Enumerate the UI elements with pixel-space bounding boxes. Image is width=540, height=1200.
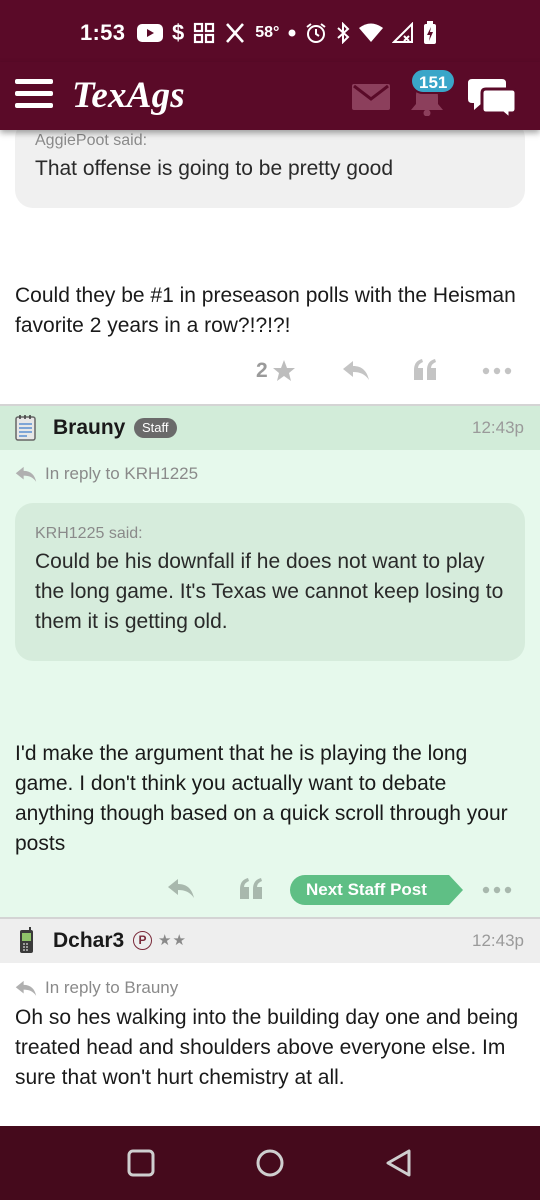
app-header: TexAgs 151 <box>0 62 540 130</box>
username[interactable]: Brauny <box>53 416 125 440</box>
back-icon[interactable] <box>384 1148 414 1178</box>
reply-icon <box>343 361 369 380</box>
username[interactable]: Dchar3 <box>53 929 124 953</box>
quote-button[interactable] <box>238 877 264 901</box>
staff-post: Brauny Staff 12:43p In reply to KRH1225 … <box>0 406 540 917</box>
user-stars: ★★ <box>158 932 187 949</box>
like-count: 2 <box>256 359 268 382</box>
alarm-icon <box>305 22 327 44</box>
post-header: Brauny Staff 12:43p <box>0 406 540 450</box>
chat-icon[interactable] <box>468 75 518 119</box>
signal-icon <box>392 22 414 44</box>
recents-icon[interactable] <box>126 1148 156 1178</box>
post-body: Oh so hes walking into the building day … <box>15 1006 519 1089</box>
notification-count-badge[interactable]: 151 <box>410 68 457 94</box>
status-bar: 1:53 $ 58° <box>0 0 540 62</box>
more-icon <box>482 367 512 375</box>
thread-content[interactable]: AggiePoot said: That offense is going to… <box>0 130 540 1126</box>
quote-attribution: AggiePoot said: <box>35 132 148 149</box>
quote-icon <box>240 878 262 899</box>
site-logo[interactable]: TexAgs <box>72 74 185 117</box>
reply-button[interactable] <box>342 359 370 381</box>
grid-icon <box>193 22 215 44</box>
status-time: 1:53 <box>80 20 126 45</box>
menu-icon[interactable] <box>15 79 53 109</box>
next-staff-post-button[interactable]: Next Staff Post <box>290 875 463 905</box>
dollar-icon: $ <box>172 20 185 45</box>
reply-to-link[interactable]: In reply to Brauny <box>15 978 178 998</box>
post-quote: KRH1225 said: Could be his downfall if h… <box>15 503 525 661</box>
post-body: I'd make the argument that he is playing… <box>15 742 508 855</box>
reply-icon <box>15 466 37 482</box>
youtube-icon <box>137 22 163 44</box>
quote-button[interactable] <box>412 358 438 382</box>
battery-icon <box>423 21 437 44</box>
like-button[interactable]: 2 <box>256 351 296 391</box>
post-time[interactable]: 12:43p <box>472 418 524 438</box>
post-quote: AggiePoot said: That offense is going to… <box>15 130 525 208</box>
phone-avatar-icon[interactable] <box>14 927 38 955</box>
temperature-text: 58° <box>255 24 280 41</box>
notepad-avatar-icon[interactable] <box>14 414 38 442</box>
status-icons: $ 58° <box>137 20 437 45</box>
star-icon <box>272 360 295 381</box>
premium-badge: P <box>133 931 152 950</box>
bluetooth-icon <box>336 22 350 44</box>
system-nav-bar <box>0 1126 540 1200</box>
reply-button[interactable] <box>167 877 195 899</box>
staff-badge: Staff <box>134 418 177 438</box>
more-icon <box>482 886 512 894</box>
mail-icon[interactable] <box>352 84 390 110</box>
post-time[interactable]: 12:43p <box>472 931 524 951</box>
home-icon[interactable] <box>255 1148 285 1178</box>
post-actions: 2 <box>0 351 540 391</box>
more-button[interactable] <box>482 886 512 894</box>
reply-to-text: In reply to KRH1225 <box>45 464 199 483</box>
more-button[interactable] <box>482 367 512 375</box>
dot-icon <box>288 22 296 44</box>
post-actions: Next Staff Post <box>0 870 540 910</box>
quote-text: Could be his downfall if he does not wan… <box>35 550 504 633</box>
reply-to-text: In reply to Brauny <box>45 978 179 997</box>
reply-icon <box>168 879 194 898</box>
reply-icon <box>15 980 37 996</box>
quote-text: That offense is going to be pretty good <box>35 157 394 180</box>
post-body: Could they be #1 in preseason polls with… <box>15 284 516 337</box>
post-header: Dchar3 P ★★ 12:43p <box>0 919 540 963</box>
wifi-icon <box>359 22 384 44</box>
reply-to-link[interactable]: In reply to KRH1225 <box>15 464 198 484</box>
x-icon <box>224 22 246 44</box>
quote-icon <box>414 359 436 380</box>
quote-attribution: KRH1225 said: <box>35 525 143 542</box>
